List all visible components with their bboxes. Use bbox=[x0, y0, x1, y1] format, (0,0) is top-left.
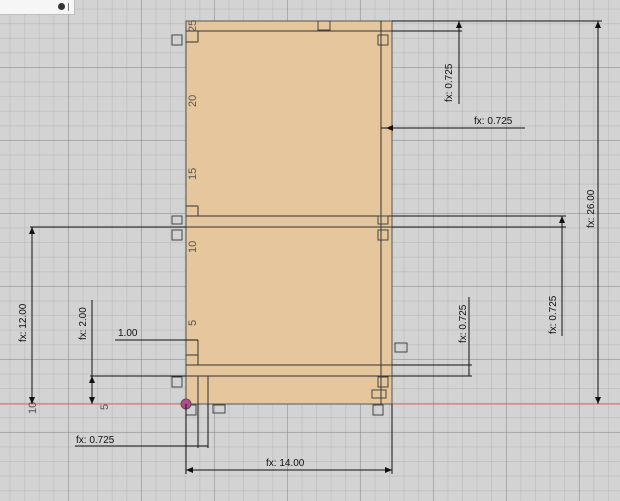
axis-label-10: 10 bbox=[187, 241, 199, 253]
panel-rectangle[interactable] bbox=[185, 20, 393, 405]
axis-label-left-10: 10 bbox=[27, 402, 39, 414]
sketch-canvas[interactable]: 25 20 15 10 5 10 5 fx: 0.725 fx: 0.725 f… bbox=[0, 0, 620, 501]
dim-total-height[interactable]: fx: 26.00 bbox=[586, 189, 597, 228]
dim-bottom-left[interactable]: fx: 0.725 bbox=[76, 435, 115, 446]
axis-label-15: 15 bbox=[187, 168, 199, 180]
axis-label-20: 20 bbox=[187, 95, 199, 107]
dim-left-small[interactable]: fx: 2.00 bbox=[78, 307, 89, 340]
dim-top-slot[interactable]: fx: 0.725 bbox=[444, 63, 455, 102]
axis-label-5: 5 bbox=[187, 320, 199, 326]
axis-label-25: 25 bbox=[187, 20, 199, 32]
dim-left-height[interactable]: fx: 12.00 bbox=[18, 303, 29, 342]
axis-label-left-5: 5 bbox=[99, 404, 111, 410]
dim-offset[interactable]: 1.00 bbox=[118, 328, 138, 339]
dim-mid-height[interactable]: fx: 0.725 bbox=[548, 295, 559, 334]
dim-right-slot[interactable]: fx: 0.725 bbox=[474, 116, 513, 127]
dim-bottom-slot[interactable]: fx: 0.725 bbox=[458, 304, 469, 343]
dim-width[interactable]: fx: 14.00 bbox=[266, 458, 305, 469]
